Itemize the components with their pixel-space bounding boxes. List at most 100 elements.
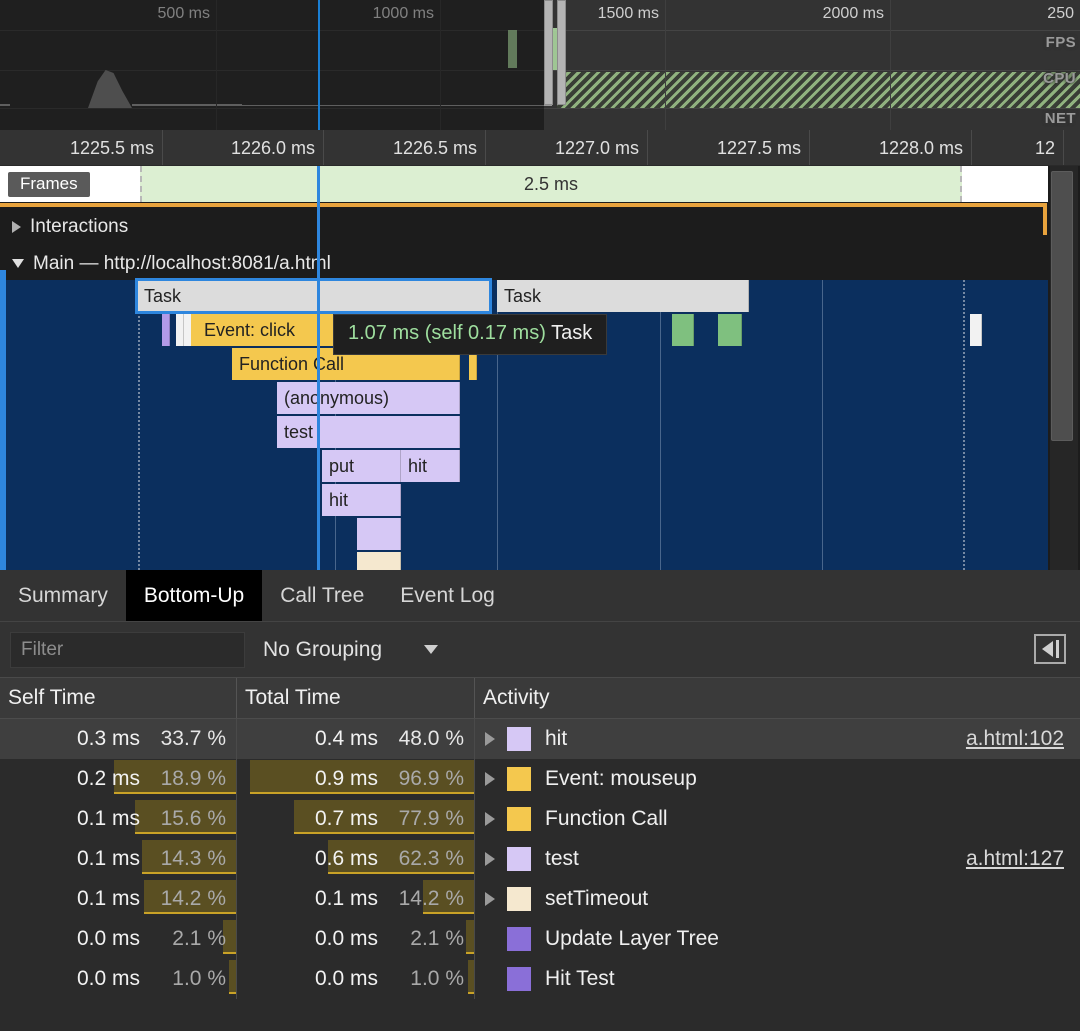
table-row[interactable]: 0.2 ms 18.9 % 0.9 ms 96.9 % Event: mouseup: [0, 759, 1080, 799]
sidebar-toggle-icon[interactable]: [1034, 634, 1066, 664]
flame-bar[interactable]: [357, 552, 401, 570]
percent-value: 33.7 %: [160, 727, 226, 750]
time-value: 0.0 ms: [76, 967, 140, 990]
flame-bar[interactable]: [970, 314, 982, 346]
tab-call-tree[interactable]: Call Tree: [262, 570, 382, 621]
flame-playhead[interactable]: [317, 166, 320, 570]
overview-window-handle[interactable]: [544, 0, 553, 105]
percent-value: 14.3 %: [160, 847, 226, 870]
expand-triangle-icon[interactable]: [485, 812, 495, 826]
flame-bar-label: Task: [504, 285, 542, 306]
activity-name: setTimeout: [545, 887, 649, 910]
details-toolbar[interactable]: Filter No Grouping: [0, 622, 1080, 678]
percent-value: 1.0 %: [410, 967, 464, 990]
chevron-down-icon[interactable]: [424, 645, 439, 654]
ruler-tick-line: [162, 130, 163, 165]
flame-chart[interactable]: 2.5 ms Frames Interactions Main — http:/…: [0, 166, 1080, 570]
timeline-overview[interactable]: 500 ms 1000 ms 1500 ms 2000 ms 250 FPS CPU N…: [0, 0, 1080, 130]
tab-event-log[interactable]: Event Log: [382, 570, 513, 621]
playhead-left-marker: [0, 270, 6, 570]
tooltip-total-time: 1.07 ms: [348, 322, 420, 344]
ruler-tick-label: 1228.0 ms: [878, 138, 963, 158]
fps-band-label: FPS: [1045, 34, 1076, 51]
expand-triangle-icon[interactable]: [485, 732, 495, 746]
column-header-self-time[interactable]: Self Time: [0, 678, 237, 718]
overview-tick-label: 250: [1047, 5, 1074, 22]
tab-bottom-up[interactable]: Bottom-Up: [125, 570, 263, 621]
expand-triangle-icon[interactable]: [485, 852, 495, 866]
percent-value: 77.9 %: [398, 807, 464, 830]
source-link[interactable]: a.html:102: [966, 727, 1064, 751]
overview-window-handle[interactable]: [557, 0, 566, 105]
flame-bar[interactable]: [672, 314, 694, 346]
table-row[interactable]: 0.3 ms 33.7 % 0.4 ms 48.0 % hit a.html:102: [0, 719, 1080, 759]
time-value: 0.4 ms: [314, 727, 378, 750]
table-row[interactable]: 0.1 ms 15.6 % 0.7 ms 77.9 % Function Call: [0, 799, 1080, 839]
cell-activity: hit a.html:102: [475, 719, 1080, 759]
cell-self-time: 0.1 ms 14.2 %: [0, 879, 237, 919]
timeline-ruler[interactable]: 1225.5 ms 1226.0 ms 1226.5 ms 1227.0 ms 1227…: [0, 130, 1080, 166]
overview-gridline: [665, 0, 666, 130]
overview-playhead[interactable]: [318, 0, 320, 130]
flame-bar-label: Task: [144, 285, 182, 306]
flame-bar-hit[interactable]: hit: [401, 450, 460, 482]
frame-block[interactable]: 2.5 ms: [140, 166, 962, 202]
table-row[interactable]: 0.1 ms 14.3 % 0.6 ms 62.3 % test a.html:127: [0, 839, 1080, 879]
percent-value: 18.9 %: [160, 767, 226, 790]
guide-line: [660, 280, 661, 570]
time-value: 0.1 ms: [76, 847, 140, 870]
table-row[interactable]: 0.0 ms 1.0 % 0.0 ms 1.0 % Hit Test: [0, 959, 1080, 999]
column-header-activity[interactable]: Activity: [475, 678, 1080, 718]
bottom-up-table[interactable]: Self Time Total Time Activity 0.3 ms 33.7…: [0, 678, 1080, 1031]
source-link[interactable]: a.html:127: [966, 847, 1064, 871]
time-value: 0.0 ms: [314, 967, 378, 990]
guide-line: [822, 280, 823, 570]
guide-line: [138, 280, 140, 570]
flame-bar-test[interactable]: test: [277, 416, 460, 448]
flame-bar-hit[interactable]: hit: [322, 484, 401, 516]
flame-bar-task[interactable]: Task: [137, 280, 490, 312]
details-tabbar[interactable]: Summary Bottom-Up Call Tree Event Log: [0, 570, 1080, 622]
ruler-tick-line: [485, 130, 486, 165]
track-main[interactable]: Main — http://localhost:8081/a.html: [0, 245, 1048, 282]
chevron-down-icon[interactable]: [12, 259, 24, 268]
activity-name: test: [545, 847, 579, 870]
column-header-total-time[interactable]: Total Time: [237, 678, 475, 718]
table-row[interactable]: 0.1 ms 14.2 % 0.1 ms 14.2 % setTimeout: [0, 879, 1080, 919]
table-body[interactable]: 0.3 ms 33.7 % 0.4 ms 48.0 % hit a.html:102 0.2…: [0, 719, 1080, 999]
time-value: 0.9 ms: [314, 767, 378, 790]
percent-value: 14.2 %: [160, 887, 226, 910]
net-band-label: NET: [1044, 110, 1076, 127]
frames-track[interactable]: 2.5 ms Frames: [0, 166, 1048, 202]
activity-name: Function Call: [545, 807, 668, 830]
grouping-select[interactable]: No Grouping: [263, 637, 439, 662]
expand-triangle-icon[interactable]: [485, 772, 495, 786]
filter-input[interactable]: Filter: [10, 631, 245, 668]
flame-scrollbar-thumb[interactable]: [1051, 171, 1073, 441]
grouping-select-label: No Grouping: [263, 637, 383, 661]
overview-gridline: [890, 0, 891, 130]
time-value: 0.0 ms: [76, 927, 140, 950]
flame-bar-put[interactable]: put: [322, 450, 401, 482]
flame-bar-label: Function Call: [239, 353, 345, 374]
flame-vertical-scrollbar[interactable]: [1050, 166, 1078, 570]
flame-bar[interactable]: [176, 314, 184, 346]
table-row[interactable]: 0.0 ms 2.1 % 0.0 ms 2.1 % Update Layer Tree: [0, 919, 1080, 959]
flame-bar-anonymous[interactable]: (anonymous): [277, 382, 460, 414]
flame-bar[interactable]: [357, 518, 401, 550]
chevron-right-icon[interactable]: [12, 220, 21, 233]
expand-triangle-icon[interactable]: [485, 892, 495, 906]
time-value: 0.1 ms: [76, 887, 140, 910]
tab-summary[interactable]: Summary: [0, 570, 126, 621]
percent-value: 48.0 %: [398, 727, 464, 750]
flame-bar-label: hit: [329, 489, 349, 510]
event-tooltip: 1.07 ms (self 0.17 ms) Task: [333, 314, 608, 355]
flame-bar[interactable]: [162, 314, 170, 346]
flame-bar-task[interactable]: Task: [497, 280, 749, 312]
ruler-tick-label: 12: [1034, 138, 1055, 158]
track-interactions[interactable]: Interactions: [0, 208, 1048, 245]
cell-self-time: 0.0 ms 1.0 %: [0, 959, 237, 999]
overview-tick-label: 1500 ms: [597, 5, 659, 22]
time-value: 0.2 ms: [76, 767, 140, 790]
flame-bar[interactable]: [718, 314, 742, 346]
